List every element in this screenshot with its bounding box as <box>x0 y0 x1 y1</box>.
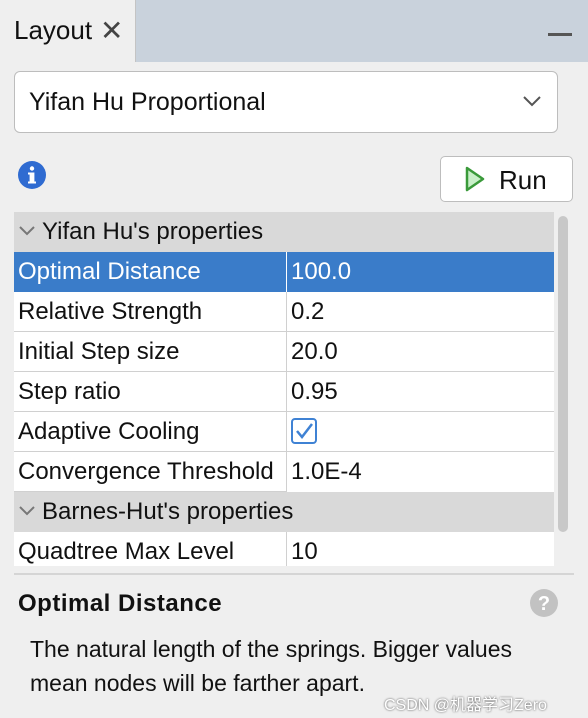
property-row-convergence-threshold[interactable]: Convergence Threshold 1.0E-4 <box>14 452 554 492</box>
property-value: 0.95 <box>291 378 338 405</box>
section-label: Barnes-Hut's properties <box>42 498 294 525</box>
tab-bar: Layout ✕ <box>0 0 588 62</box>
description-title: Optimal Distance <box>18 590 223 617</box>
property-value-cell[interactable]: 0.95 <box>286 372 554 412</box>
property-value: 10 <box>291 538 318 565</box>
help-icon[interactable]: ? <box>529 588 559 618</box>
property-name: Adaptive Cooling <box>18 418 200 445</box>
section-header-barnes-hut[interactable]: Barnes-Hut's properties <box>14 492 554 532</box>
property-value-cell[interactable]: 0.2 <box>286 292 554 332</box>
property-name: Optimal Distance <box>18 258 201 285</box>
watermark: CSDN @机器学习Zero <box>384 697 547 714</box>
panel-divider[interactable] <box>14 573 574 575</box>
section-label: Yifan Hu's properties <box>42 218 264 245</box>
property-row-step-ratio[interactable]: Step ratio 0.95 <box>14 372 554 412</box>
info-icon[interactable] <box>17 160 47 190</box>
svg-text:?: ? <box>538 593 550 615</box>
play-icon <box>465 166 485 192</box>
property-sheet: Yifan Hu's properties Optimal Distance 1… <box>14 212 554 566</box>
property-name: Initial Step size <box>18 338 180 365</box>
chevron-down-icon <box>523 96 541 107</box>
property-scrollbar[interactable] <box>555 212 571 566</box>
chevron-down-icon <box>19 226 35 236</box>
property-row-adaptive-cooling[interactable]: Adaptive Cooling <box>14 412 554 452</box>
scroll-thumb[interactable] <box>558 216 568 532</box>
property-name: Convergence Threshold <box>18 458 274 485</box>
property-value: 1.0E-4 <box>291 458 362 485</box>
property-name: Step ratio <box>18 378 121 405</box>
property-value-cell[interactable]: 20.0 <box>286 332 554 372</box>
property-row-relative-strength[interactable]: Relative Strength 0.2 <box>14 292 554 332</box>
checkmark-icon <box>296 423 313 439</box>
property-value-cell[interactable]: 1.0E-4 <box>286 452 554 492</box>
section-header-yifan-hu[interactable]: Yifan Hu's properties <box>14 212 554 252</box>
chevron-down-icon <box>19 506 35 516</box>
property-name: Quadtree Max Level <box>18 538 235 565</box>
tab-title: Layout <box>14 15 93 45</box>
property-value: 20.0 <box>291 338 338 365</box>
layout-algorithm-select[interactable]: Yifan Hu Proportional <box>14 71 558 133</box>
close-icon[interactable]: ✕ <box>100 14 123 47</box>
property-name: Relative Strength <box>18 298 203 325</box>
property-row-initial-step-size[interactable]: Initial Step size 20.0 <box>14 332 554 372</box>
property-row-optimal-distance[interactable]: Optimal Distance 100.0 <box>14 252 554 292</box>
run-label: Run <box>499 165 547 195</box>
description-text: The natural length of the springs. Bigge… <box>30 636 513 696</box>
run-button[interactable]: Run <box>440 156 573 202</box>
property-value: 0.2 <box>291 298 325 325</box>
property-row-quadtree-max-level[interactable]: Quadtree Max Level 10 <box>14 532 554 566</box>
property-value-cell[interactable]: 10 <box>286 532 554 566</box>
property-value-cell[interactable]: 100.0 <box>286 252 554 292</box>
property-value: 100.0 <box>291 258 352 285</box>
selected-algorithm: Yifan Hu Proportional <box>29 88 266 116</box>
property-value-cell <box>286 412 554 452</box>
minimize-icon[interactable] <box>548 33 572 36</box>
adaptive-cooling-checkbox[interactable] <box>291 418 317 444</box>
tab-layout[interactable]: Layout ✕ <box>0 0 136 62</box>
